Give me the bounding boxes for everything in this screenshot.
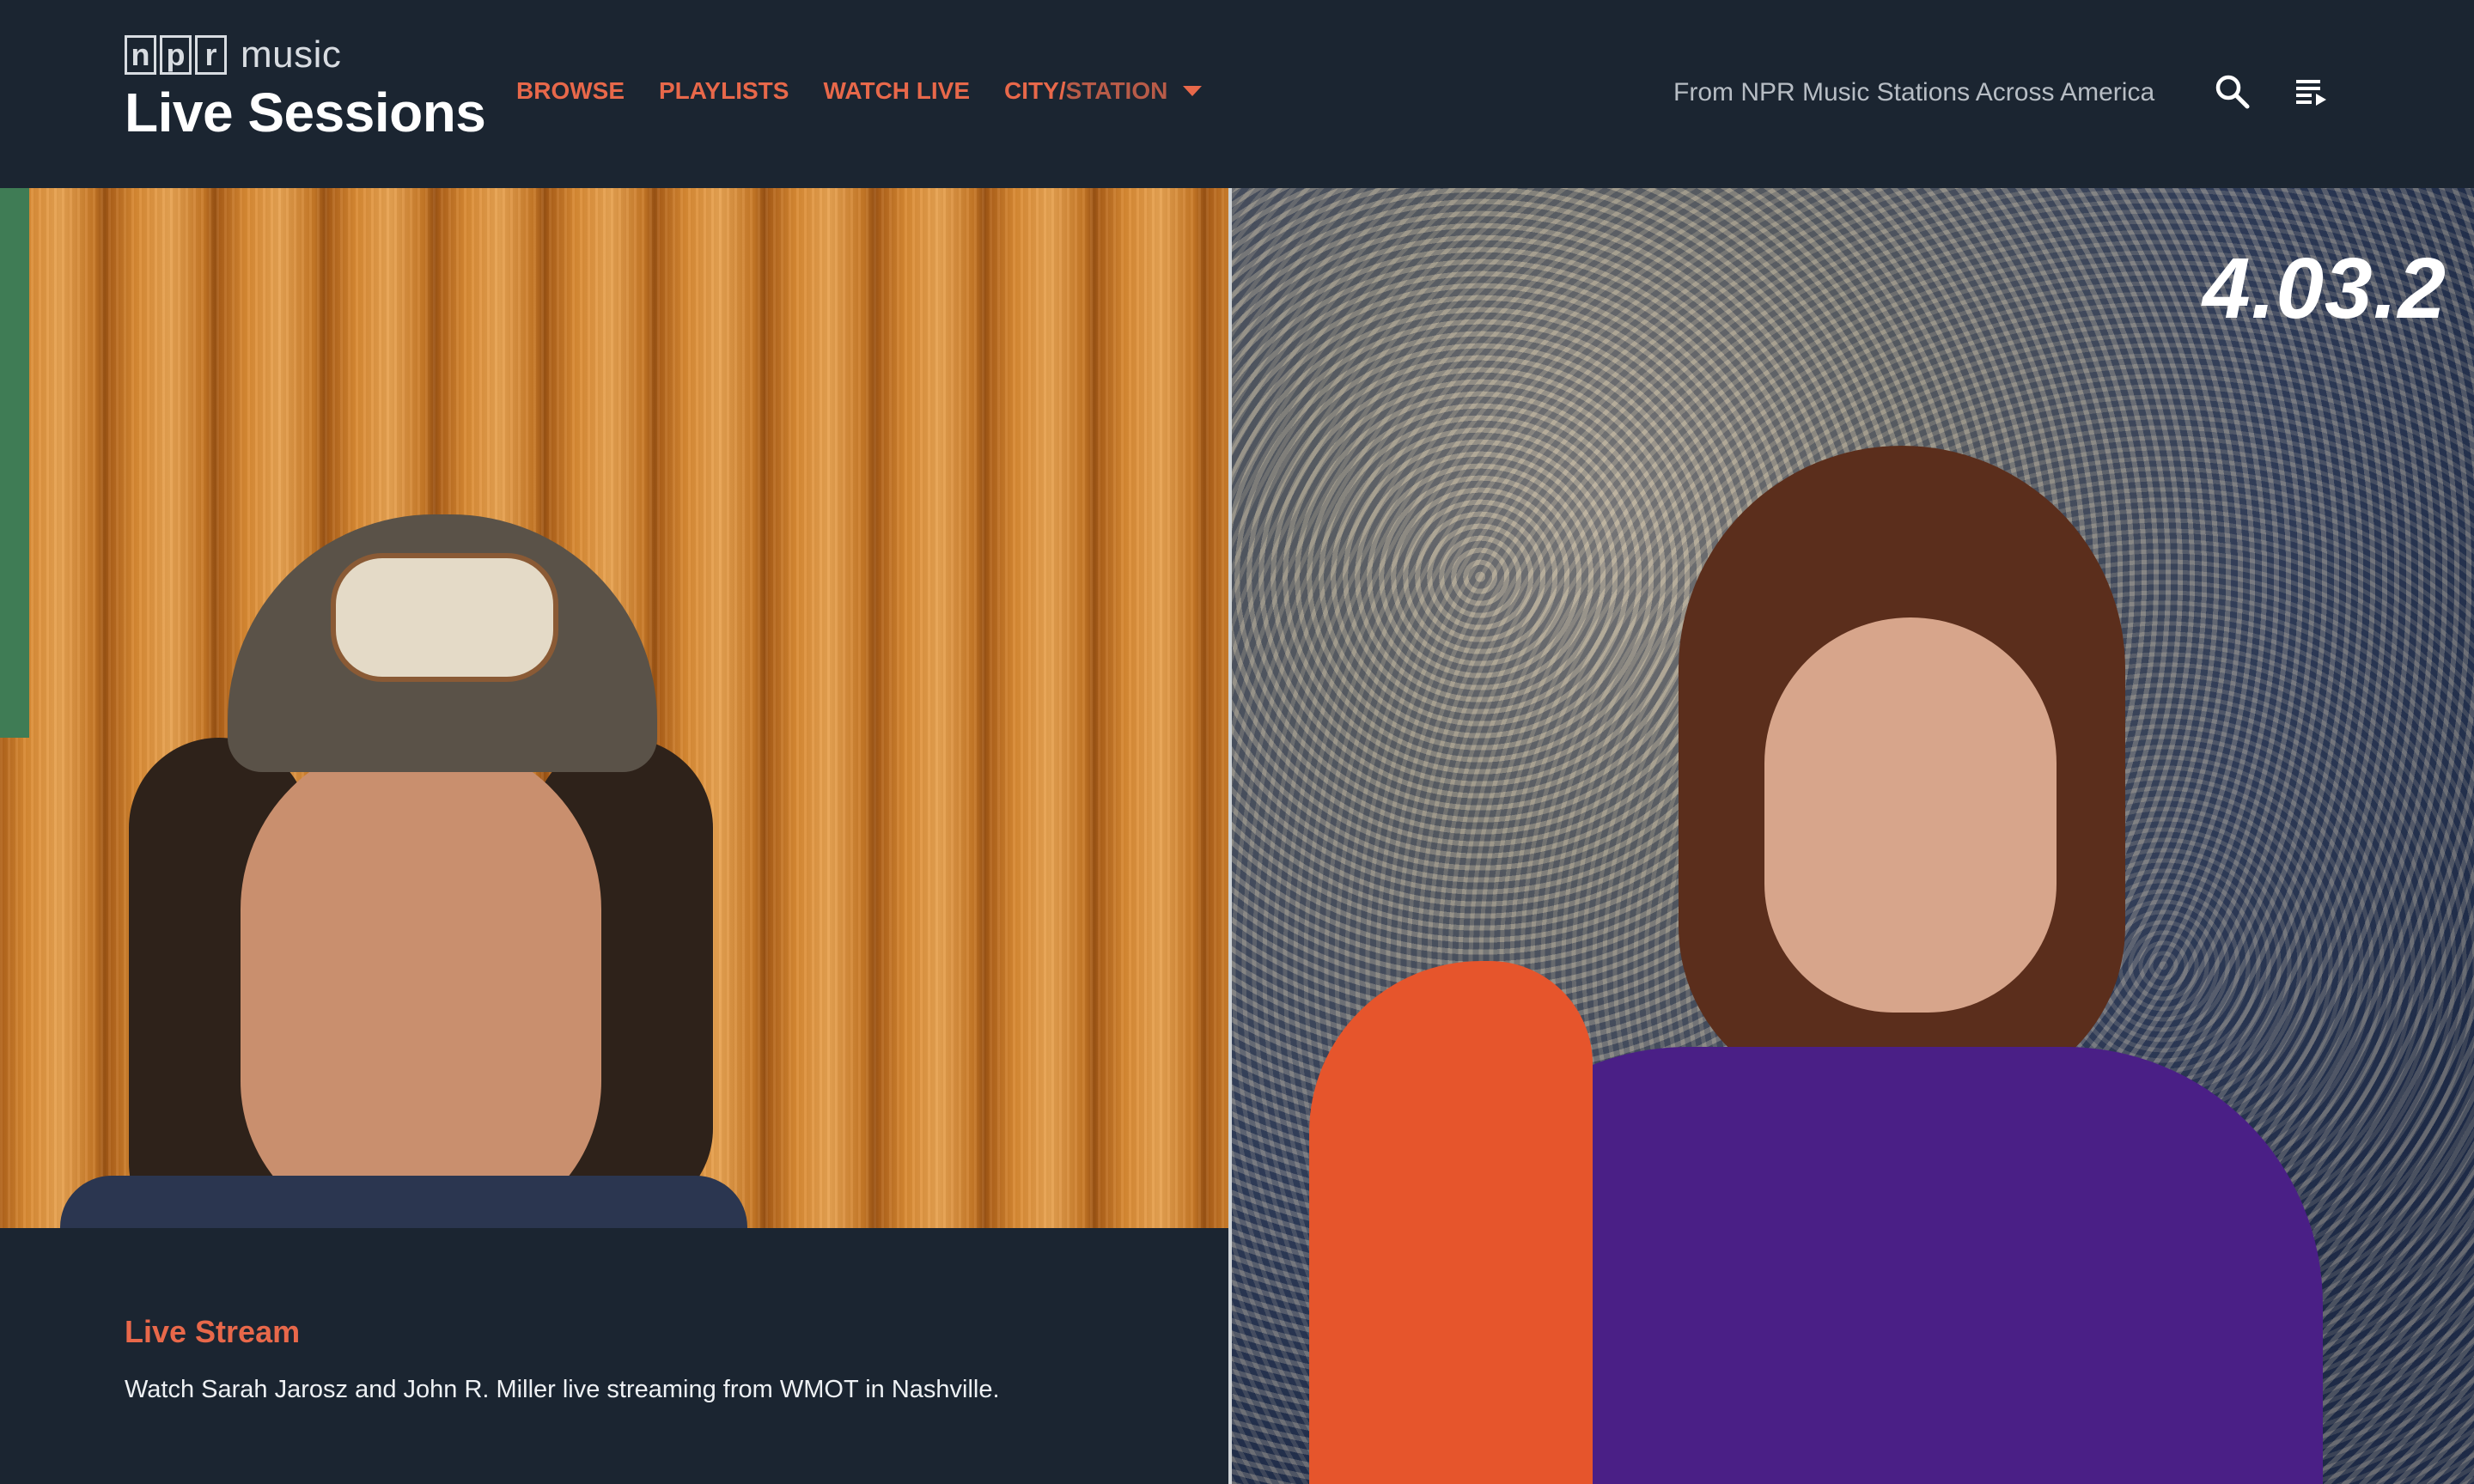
main-nav: BROWSE PLAYLISTS WATCH LIVE CITY/STATION bbox=[516, 77, 1203, 105]
nav-station-label: STATION bbox=[1065, 77, 1168, 104]
nav-browse[interactable]: BROWSE bbox=[516, 77, 625, 105]
artist-photo-john-r-miller[interactable] bbox=[0, 188, 1228, 1228]
date-overlay: 4.03.2 bbox=[2203, 240, 2447, 337]
npr-logo-music: music bbox=[241, 33, 342, 76]
caret-down-icon bbox=[1183, 86, 1203, 96]
npr-logo-letter-p: p bbox=[160, 35, 192, 75]
artist-photo-sarah-jarosz[interactable]: 4.03.2 bbox=[1232, 188, 2474, 1484]
live-stream-kicker[interactable]: Live Stream bbox=[125, 1314, 300, 1350]
live-stream-description: Watch Sarah Jarosz and John R. Miller li… bbox=[125, 1376, 1000, 1403]
hero: 4.03.2 Live Stream Watch Sarah Jarosz an… bbox=[0, 188, 2474, 1484]
search-icon bbox=[2215, 75, 2250, 109]
search-button[interactable] bbox=[2213, 72, 2252, 112]
npr-logo-letter-r: r bbox=[195, 35, 227, 75]
site-header: n p r music Live Sessions BROWSE PLAYLIS… bbox=[0, 0, 2474, 188]
hero-caption: Live Stream Watch Sarah Jarosz and John … bbox=[0, 1228, 1228, 1484]
playlist-queue-icon bbox=[2296, 80, 2326, 106]
nav-city-station-dropdown[interactable]: CITY/STATION bbox=[1004, 77, 1203, 105]
nav-city-label: CITY/ bbox=[1004, 77, 1066, 104]
nav-watch-live[interactable]: WATCH LIVE bbox=[823, 77, 970, 105]
npr-music-logo[interactable]: n p r music bbox=[125, 33, 485, 76]
site-title[interactable]: Live Sessions bbox=[125, 81, 486, 144]
header-tagline: From NPR Music Stations Across America bbox=[1673, 78, 2155, 106]
queue-button[interactable] bbox=[2292, 72, 2331, 112]
nav-playlists[interactable]: PLAYLISTS bbox=[659, 77, 789, 105]
npr-logo-letter-n: n bbox=[125, 35, 156, 75]
brand[interactable]: n p r music Live Sessions bbox=[125, 33, 486, 144]
